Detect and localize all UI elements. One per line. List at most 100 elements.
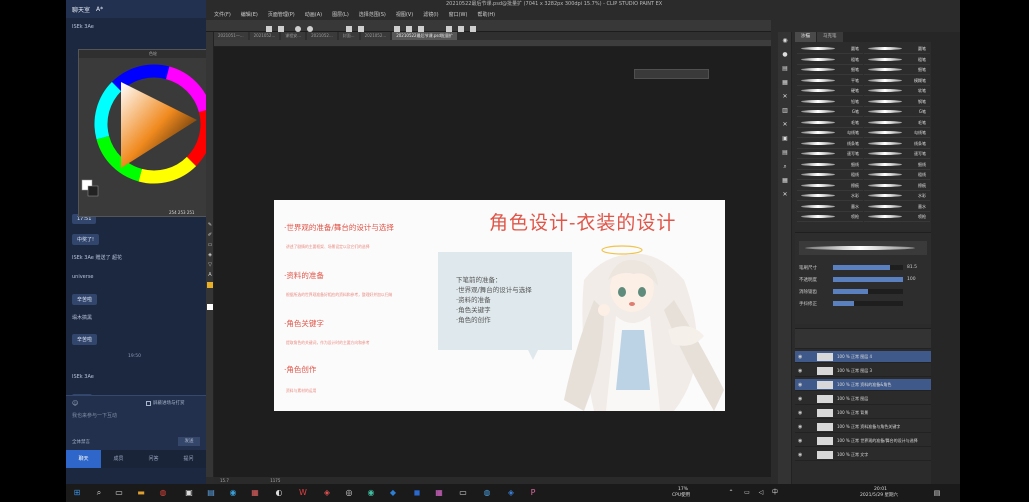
block-checkbox[interactable]: 屏蔽进场与打赏 xyxy=(146,400,185,406)
brush-item[interactable]: 线条笔 xyxy=(797,139,863,149)
eye-icon[interactable]: ◉ xyxy=(798,410,802,416)
eye-icon[interactable]: ◉ xyxy=(798,438,802,444)
menu-item[interactable]: 文件(F) xyxy=(214,11,231,18)
brush-item[interactable]: 粗线 xyxy=(864,170,930,180)
brush-item[interactable]: G笔 xyxy=(864,107,930,117)
brush-item[interactable]: 圆笔 xyxy=(797,44,863,54)
brush-item[interactable]: 喷枪 xyxy=(797,212,863,222)
brush-item[interactable]: 勾线笔 xyxy=(797,128,863,138)
document-tab[interactable]: 2021052... xyxy=(360,32,391,40)
brush-size-icon[interactable]: ● xyxy=(780,50,790,59)
brush-item[interactable]: 钢笔 xyxy=(864,97,930,107)
brush-item[interactable]: 速写笔 xyxy=(864,149,930,159)
emoji-icon[interactable]: ☺ xyxy=(72,400,78,407)
stabilization-slider[interactable] xyxy=(833,301,903,306)
app-icon-2[interactable]: ◉ xyxy=(228,488,238,498)
file-explorer-icon[interactable]: ▬ xyxy=(136,488,146,498)
layer-row[interactable]: ◉ 100 % 正常 图层 3 xyxy=(795,365,931,377)
brush-item[interactable]: 毛笔 xyxy=(797,118,863,128)
chat-tab-qa[interactable]: 问答 xyxy=(136,450,171,468)
eye-icon[interactable]: ◉ xyxy=(798,424,802,430)
layer-row[interactable]: ◉ 100 % 正常 资料的准备&角色 xyxy=(795,379,931,391)
app-icon-14[interactable]: ◈ xyxy=(506,488,516,498)
eye-icon[interactable]: ◉ xyxy=(798,452,802,458)
eraser-tool-icon[interactable]: ▭ xyxy=(207,242,213,248)
history-icon[interactable]: ▤ xyxy=(780,148,790,157)
text-tool-icon[interactable]: A xyxy=(207,272,213,278)
brush-item[interactable]: 粗笔 xyxy=(864,55,930,65)
terminal-icon[interactable]: ▣ xyxy=(184,488,194,498)
app-icon-13[interactable]: ◍ xyxy=(482,488,492,498)
search-icon[interactable]: ⌕ xyxy=(94,488,104,498)
chat-tab-chat[interactable]: 聊天 xyxy=(66,450,101,468)
tool-property-icon[interactable]: ▤ xyxy=(780,64,790,73)
brush-item[interactable]: 墨水 xyxy=(797,202,863,212)
material-icon[interactable]: ✕ xyxy=(780,120,790,129)
color-set-icon[interactable]: ▦ xyxy=(780,78,790,87)
eye-icon[interactable]: ◉ xyxy=(798,354,802,360)
brush-item[interactable]: 毛笔 xyxy=(864,118,930,128)
brush-item[interactable]: 细笔 xyxy=(864,65,930,75)
document-tab[interactable]: 2021051一... xyxy=(214,32,248,40)
layer-row[interactable]: ◉ 100 % 正常 世界观的准备/舞台的设计与选择 xyxy=(795,435,931,447)
document-tab[interactable]: 2021052... xyxy=(249,32,280,40)
layer-row[interactable]: ◉ 100 % 正常 资料准备与角色关键字 xyxy=(795,421,931,433)
brush-item[interactable]: 喷枪 xyxy=(864,212,930,222)
brush-item[interactable]: 水彩 xyxy=(864,191,930,201)
saturation-triangle[interactable] xyxy=(121,82,197,168)
brush-item[interactable]: 粗线 xyxy=(797,170,863,180)
brush-item[interactable]: 速写笔 xyxy=(797,149,863,159)
tray-arrow-icon[interactable]: ⌃ xyxy=(726,488,736,498)
antialias-slider[interactable] xyxy=(833,289,903,294)
app-icon-9[interactable]: ◆ xyxy=(388,488,398,498)
layer-row[interactable]: ◉ 100 % 正常 文字 xyxy=(795,449,931,461)
menu-item[interactable]: 帮助(H) xyxy=(477,11,495,18)
brush-item[interactable]: 线条笔 xyxy=(864,139,930,149)
clock-date[interactable]: 2021/5/29 星期六 xyxy=(860,492,898,499)
ime-icon[interactable]: 中 xyxy=(770,488,780,498)
volume-icon[interactable]: ◁ xyxy=(756,488,766,498)
menu-item[interactable]: 编辑(E) xyxy=(241,11,258,18)
chat-input-field[interactable]: 我也来参与一下互动 xyxy=(72,412,117,419)
app-icon-5[interactable]: W xyxy=(298,488,308,498)
brush-item[interactable]: 圆笔 xyxy=(864,44,930,54)
navigator-mini-window[interactable] xyxy=(634,69,709,79)
app-icon-7[interactable]: ◎ xyxy=(344,488,354,498)
app-icon-1[interactable]: ▤ xyxy=(206,488,216,498)
layer-property-icon[interactable]: ▥ xyxy=(780,106,790,115)
brush-item[interactable]: 平笔 xyxy=(797,76,863,86)
menu-item[interactable]: 选择范围(S) xyxy=(359,11,386,18)
chat-tab-ask[interactable]: 提问 xyxy=(171,450,206,468)
layer-toolbar[interactable] xyxy=(795,329,931,349)
eye-icon[interactable]: ◉ xyxy=(798,396,802,402)
brush-tool-icon[interactable]: ✐ xyxy=(207,232,213,238)
pin-icon[interactable]: ✕ xyxy=(780,190,790,199)
shape-tool-icon[interactable]: ▽ xyxy=(207,262,213,268)
sub-tool-tab-marker[interactable]: 马克笔 xyxy=(817,32,843,42)
app-icon-8[interactable]: ◉ xyxy=(366,488,376,498)
menu-item[interactable]: 视图(V) xyxy=(396,11,413,18)
brush-item[interactable]: 细线 xyxy=(864,160,930,170)
brush-item[interactable]: 擦痕 xyxy=(797,181,863,191)
brush-item[interactable]: 细线 xyxy=(797,160,863,170)
eye-icon[interactable]: ◉ xyxy=(798,382,802,388)
brush-item[interactable]: 水彩 xyxy=(797,191,863,201)
sub-tool-icon[interactable]: ◉ xyxy=(780,36,790,45)
sub-color-swatch[interactable] xyxy=(87,185,99,197)
close-icon[interactable]: ✕ xyxy=(780,92,790,101)
brush-item[interactable]: 擦痕 xyxy=(864,181,930,191)
fill-tool-icon[interactable]: ◈ xyxy=(207,252,213,258)
mute-all-toggle[interactable]: 全体禁言 xyxy=(72,439,90,445)
menu-item[interactable]: 动画(A) xyxy=(305,11,322,18)
start-icon[interactable]: ⊞ xyxy=(72,488,82,498)
menu-item[interactable]: 窗口(W) xyxy=(449,11,468,18)
menu-item[interactable]: 滤镜(I) xyxy=(423,11,438,18)
main-color-icon[interactable] xyxy=(207,304,213,310)
app-icon-15[interactable]: P xyxy=(528,488,538,498)
brush-size-slider[interactable] xyxy=(833,265,903,270)
sub-tool-tab-sketch[interactable]: 沙描 xyxy=(795,32,816,42)
app-icon-3[interactable]: ▦ xyxy=(250,488,260,498)
brush-item[interactable]: G笔 xyxy=(797,107,863,117)
app-icon-12[interactable]: ▭ xyxy=(458,488,468,498)
info-icon[interactable]: ▦ xyxy=(780,176,790,185)
